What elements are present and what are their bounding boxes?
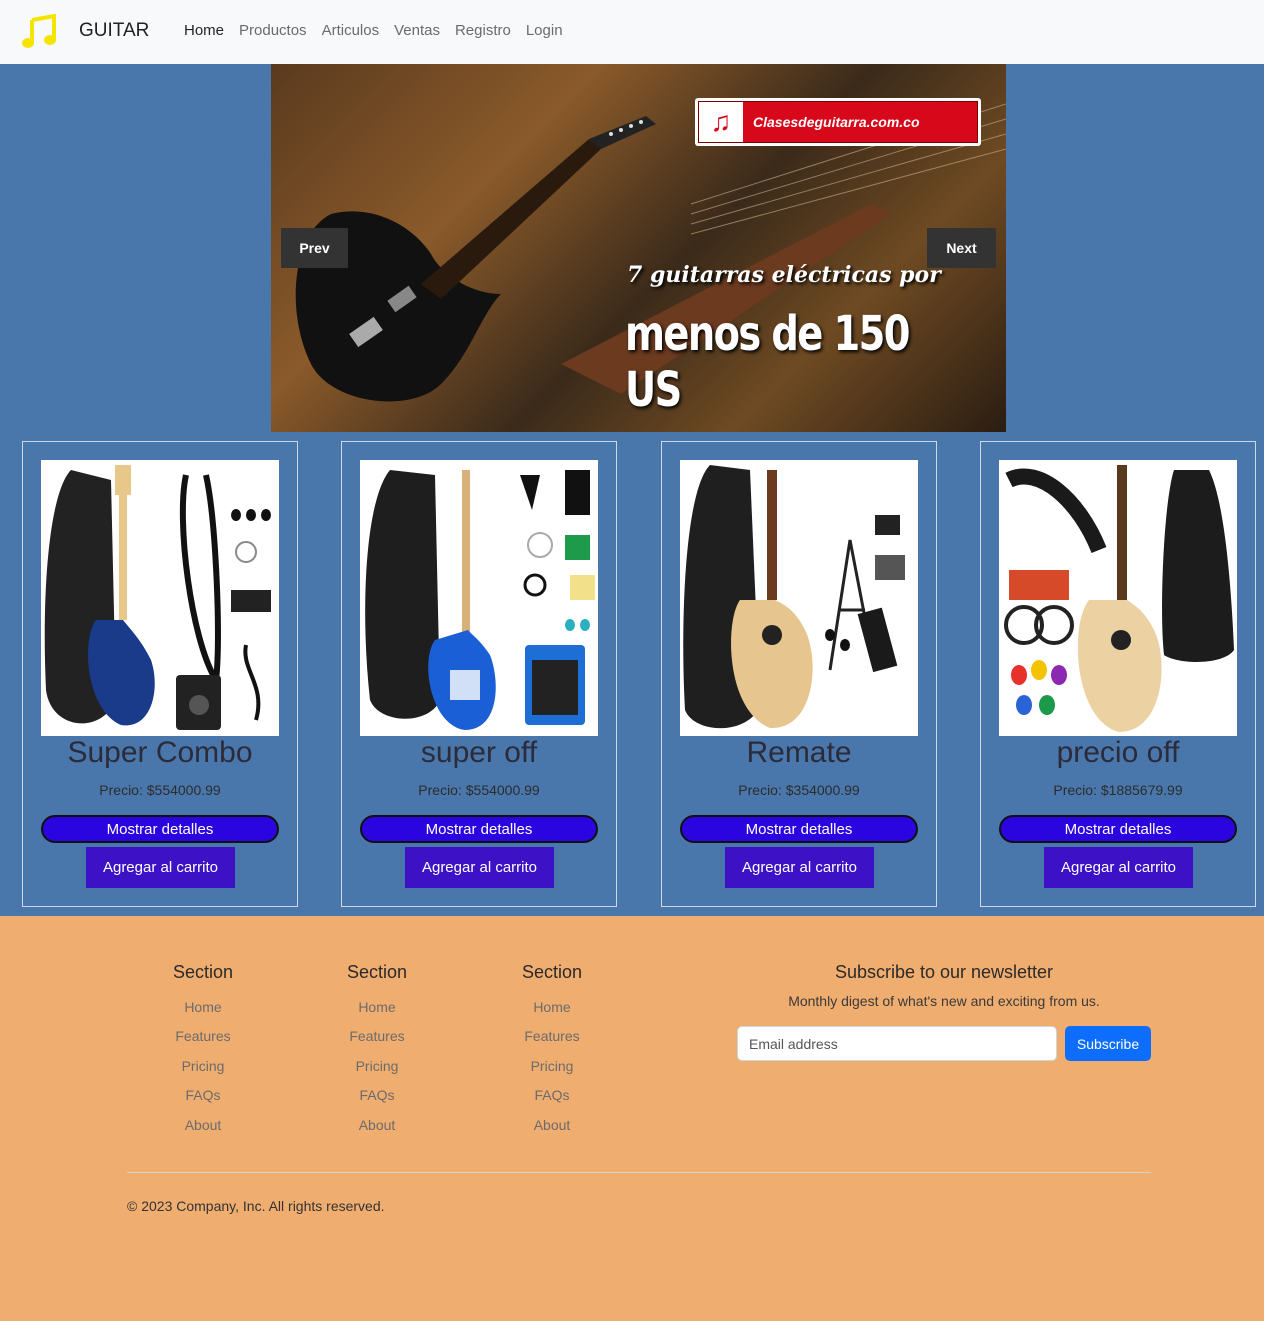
footer-heading: Section	[521, 962, 583, 982]
product-title: Super Combo	[67, 736, 253, 769]
nav-link-login[interactable]: Login	[526, 22, 563, 39]
footer-link-home[interactable]: Home	[487, 993, 617, 1022]
footer-link-features[interactable]: Features	[487, 1022, 617, 1051]
brand-name[interactable]: GUITAR	[79, 20, 149, 42]
footer-link-faqs[interactable]: FAQs	[312, 1081, 442, 1110]
newsletter: Subscribe to our newsletter Monthly dige…	[737, 962, 1151, 1061]
promo-line2: menos de 150 US	[625, 306, 910, 418]
product-image	[680, 460, 918, 736]
music-note-icon: ♫	[699, 102, 743, 142]
product-image	[999, 460, 1237, 736]
email-field[interactable]: Email address	[737, 1026, 1057, 1061]
promo-line1: 7 guitarras eléctricas por	[627, 262, 941, 288]
footer-column: Section Home Features Pricing FAQs About	[138, 962, 268, 1140]
nav-link-registro[interactable]: Registro	[455, 22, 511, 39]
nav-link-productos[interactable]: Productos	[239, 22, 307, 39]
navbar: GUITAR Home Productos Articulos Ventas R…	[0, 0, 1264, 64]
copyright: © 2023 Company, Inc. All rights reserved…	[127, 1198, 385, 1214]
footer-link-pricing[interactable]: Pricing	[312, 1052, 442, 1081]
product-title: Remate	[746, 736, 852, 769]
badge-text: Clasesdeguitarra.com.co	[753, 114, 920, 130]
product-card: Super Combo Precio: $554000.99 Mostrar d…	[22, 441, 298, 907]
footer-link-features[interactable]: Features	[138, 1022, 268, 1051]
add-to-cart-button[interactable]: Agregar al carrito	[405, 847, 554, 888]
footer-heading: Section	[172, 962, 234, 982]
footer-link-home[interactable]: Home	[312, 993, 442, 1022]
show-details-button[interactable]: Mostrar detalles	[360, 815, 598, 843]
carousel-next-button[interactable]: Next	[927, 228, 996, 268]
nav-links: Home Productos Articulos Ventas Registro…	[184, 22, 578, 39]
show-details-button[interactable]: Mostrar detalles	[999, 815, 1237, 843]
product-price: Precio: $1885679.99	[1053, 782, 1183, 798]
carousel: ♫ Clasesdeguitarra.com.co 7 guitarras el…	[271, 64, 1006, 432]
newsletter-subtitle: Monthly digest of what's new and excitin…	[788, 993, 1100, 1009]
footer-link-home[interactable]: Home	[138, 993, 268, 1022]
subscribe-button[interactable]: Subscribe	[1065, 1026, 1151, 1061]
product-card: super off Precio: $554000.99 Mostrar det…	[341, 441, 617, 907]
footer-column: Section Home Features Pricing FAQs About	[487, 962, 617, 1140]
footer-link-faqs[interactable]: FAQs	[487, 1081, 617, 1110]
product-title: precio off	[1056, 736, 1180, 769]
add-to-cart-button[interactable]: Agregar al carrito	[725, 847, 874, 888]
product-price: Precio: $354000.99	[738, 782, 860, 798]
product-price: Precio: $554000.99	[99, 782, 221, 798]
footer-heading: Section	[346, 962, 408, 982]
newsletter-title: Subscribe to our newsletter	[834, 962, 1054, 982]
show-details-button[interactable]: Mostrar detalles	[680, 815, 918, 843]
add-to-cart-button[interactable]: Agregar al carrito	[86, 847, 235, 888]
footer-link-about[interactable]: About	[138, 1111, 268, 1140]
footer: Section Home Features Pricing FAQs About…	[0, 916, 1264, 1321]
footer-column: Section Home Features Pricing FAQs About	[312, 962, 442, 1140]
product-image	[41, 460, 279, 736]
carousel-prev-button[interactable]: Prev	[281, 228, 348, 268]
footer-link-about[interactable]: About	[487, 1111, 617, 1140]
footer-link-about[interactable]: About	[312, 1111, 442, 1140]
brand-badge: ♫ Clasesdeguitarra.com.co	[695, 98, 981, 146]
product-title: super off	[420, 736, 538, 769]
footer-link-features[interactable]: Features	[312, 1022, 442, 1051]
footer-link-faqs[interactable]: FAQs	[138, 1081, 268, 1110]
product-price: Precio: $554000.99	[418, 782, 540, 798]
music-note-icon[interactable]	[20, 14, 58, 50]
footer-divider	[127, 1172, 1151, 1173]
nav-link-ventas[interactable]: Ventas	[394, 22, 440, 39]
product-card: precio off Precio: $1885679.99 Mostrar d…	[980, 441, 1256, 907]
product-image	[360, 460, 598, 736]
footer-link-pricing[interactable]: Pricing	[487, 1052, 617, 1081]
footer-link-pricing[interactable]: Pricing	[138, 1052, 268, 1081]
nav-link-home[interactable]: Home	[184, 22, 224, 39]
add-to-cart-button[interactable]: Agregar al carrito	[1044, 847, 1193, 888]
nav-link-articulos[interactable]: Articulos	[322, 22, 380, 39]
show-details-button[interactable]: Mostrar detalles	[41, 815, 279, 843]
product-card: Remate Precio: $354000.99 Mostrar detall…	[661, 441, 937, 907]
